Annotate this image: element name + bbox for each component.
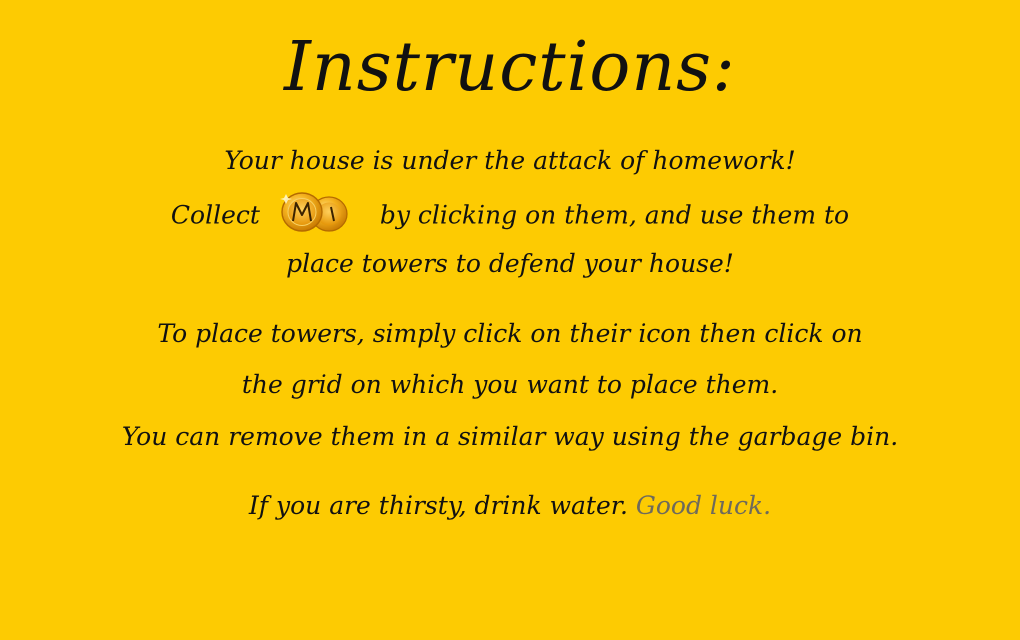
good-luck-message: Good luck. xyxy=(635,491,772,520)
instruction-line-2-suffix: by clicking on them, and use them to xyxy=(379,200,850,230)
instruction-line-4: To place towers, simply click on their i… xyxy=(157,319,863,348)
instruction-line-2: Collect by clicking on them, and use the… xyxy=(0,192,1020,234)
instruction-line-6: You can remove them in a similar way usi… xyxy=(121,422,899,451)
instruction-line-2-prefix: Collect xyxy=(170,200,260,230)
instruction-line-7: If you are thirsty, drink water. Good lu… xyxy=(0,493,1020,518)
instruction-line-1: Your house is under the attack of homewo… xyxy=(224,146,796,175)
instructions-screen: Instructions: Your house is under the at… xyxy=(0,0,1020,640)
thirsty-message: If you are thirsty, drink water. xyxy=(248,491,628,520)
page-title: Instructions: xyxy=(284,28,736,107)
coin-icon xyxy=(274,190,366,234)
instruction-line-3: place towers to defend your house! xyxy=(286,249,734,278)
instruction-line-5: the grid on which you want to place them… xyxy=(241,370,779,399)
